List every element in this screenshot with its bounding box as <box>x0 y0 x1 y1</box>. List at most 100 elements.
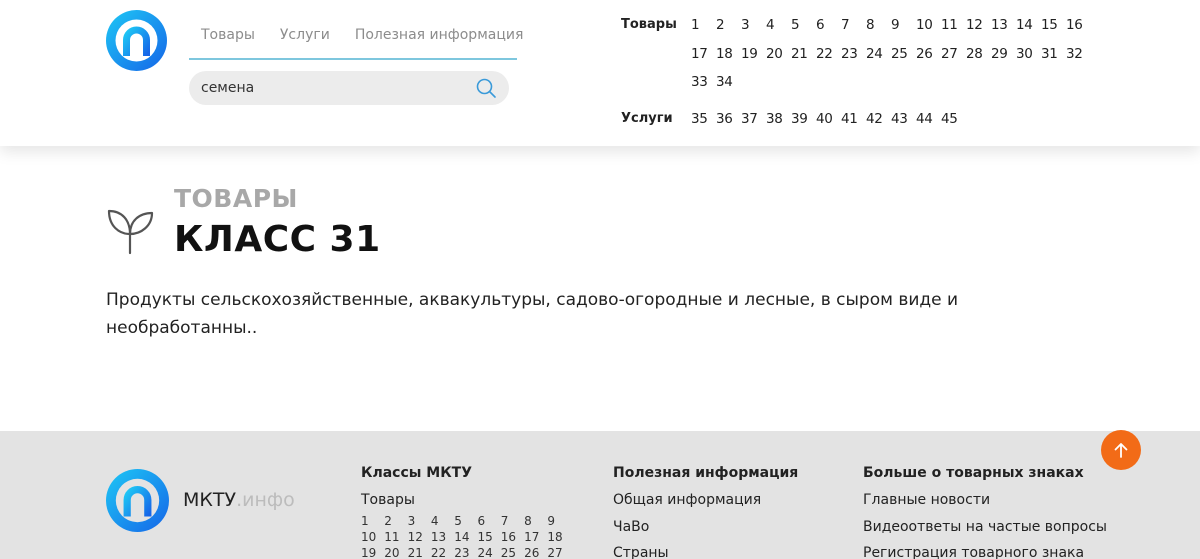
footer-class-link-9[interactable]: 9 <box>547 513 570 529</box>
class-link-45[interactable]: 45 <box>941 105 966 134</box>
footer-class-link-15[interactable]: 15 <box>477 529 500 545</box>
nav-goods[interactable]: Товары <box>201 27 255 43</box>
footer-col-useful-title: Полезная информация <box>613 465 799 481</box>
footer-class-link-11[interactable]: 11 <box>384 529 407 545</box>
class-link-32[interactable]: 32 <box>1066 40 1091 69</box>
class-link-15[interactable]: 15 <box>1041 11 1066 40</box>
class-link-14[interactable]: 14 <box>1016 11 1041 40</box>
footer-class-link-12[interactable]: 12 <box>408 529 431 545</box>
footer-class-link-17[interactable]: 17 <box>524 529 547 545</box>
class-link-28[interactable]: 28 <box>966 40 991 69</box>
class-link-34[interactable]: 34 <box>716 68 741 97</box>
main-nav: Товары Услуги Полезная информация <box>189 12 523 60</box>
class-link-3[interactable]: 3 <box>741 11 766 40</box>
footer-class-link-1[interactable]: 1 <box>361 513 384 529</box>
class-link-43[interactable]: 43 <box>891 105 916 134</box>
nav-useful-info[interactable]: Полезная информация <box>355 27 524 43</box>
class-link-21[interactable]: 21 <box>791 40 816 69</box>
footer-class-link-14[interactable]: 14 <box>454 529 477 545</box>
class-link-16[interactable]: 16 <box>1066 11 1091 40</box>
footer-link-video-answers[interactable]: Видеоответы на частые вопросы <box>863 514 1107 541</box>
class-link-35[interactable]: 35 <box>691 105 716 134</box>
class-link-36[interactable]: 36 <box>716 105 741 134</box>
footer-class-link-2[interactable]: 2 <box>384 513 407 529</box>
class-link-24[interactable]: 24 <box>866 40 891 69</box>
class-link-4[interactable]: 4 <box>766 11 791 40</box>
page-title: КЛАСС 31 <box>174 219 381 260</box>
class-link-41[interactable]: 41 <box>841 105 866 134</box>
footer-logo[interactable] <box>106 469 169 532</box>
footer-class-link-22[interactable]: 22 <box>431 545 454 559</box>
class-link-11[interactable]: 11 <box>941 11 966 40</box>
class-link-5[interactable]: 5 <box>791 11 816 40</box>
class-link-1[interactable]: 1 <box>691 11 716 40</box>
class-link-39[interactable]: 39 <box>791 105 816 134</box>
search-icon[interactable] <box>475 77 497 99</box>
class-link-37[interactable]: 37 <box>741 105 766 134</box>
class-link-42[interactable]: 42 <box>866 105 891 134</box>
class-link-31[interactable]: 31 <box>1041 40 1066 69</box>
scroll-to-top-button[interactable] <box>1101 430 1141 470</box>
footer-class-link-27[interactable]: 27 <box>547 545 570 559</box>
footer-col-classes: Классы МКТУ Товары 1 2 3 4 5 6 7 8 9 10 11 12 13 14 15… <box>361 464 571 559</box>
class-index: Товары 1 2 3 4 5 6 7 8 9 10 11 12 13 14 15 16 17 18 19 20 21… <box>621 11 1101 133</box>
class-link-44[interactable]: 44 <box>916 105 941 134</box>
class-link-2[interactable]: 2 <box>716 11 741 40</box>
search-bar <box>189 71 509 105</box>
footer-class-link-6[interactable]: 6 <box>477 513 500 529</box>
class-link-27[interactable]: 27 <box>941 40 966 69</box>
footer-brand-suffix: .инфо <box>236 489 295 511</box>
footer-class-link-23[interactable]: 23 <box>454 545 477 559</box>
footer-class-link-4[interactable]: 4 <box>431 513 454 529</box>
footer-link-countries[interactable]: Страны <box>613 540 798 559</box>
class-link-13[interactable]: 13 <box>991 11 1016 40</box>
class-link-38[interactable]: 38 <box>766 105 791 134</box>
class-link-12[interactable]: 12 <box>966 11 991 40</box>
footer-link-news[interactable]: Главные новости <box>863 487 1107 514</box>
footer-link-registration[interactable]: Регистрация товарного знака <box>863 540 1107 559</box>
class-link-8[interactable]: 8 <box>866 11 891 40</box>
footer-class-link-7[interactable]: 7 <box>501 513 524 529</box>
site-logo[interactable] <box>106 10 167 71</box>
class-link-18[interactable]: 18 <box>716 40 741 69</box>
footer-class-link-8[interactable]: 8 <box>524 513 547 529</box>
footer-col-useful: Полезная информация Общая информация ЧаВ… <box>613 464 798 559</box>
footer-class-link-10[interactable]: 10 <box>361 529 384 545</box>
class-link-40[interactable]: 40 <box>816 105 841 134</box>
class-link-7[interactable]: 7 <box>841 11 866 40</box>
footer-class-link-16[interactable]: 16 <box>501 529 524 545</box>
services-classes-row: Услуги 35 36 37 38 39 40 41 42 43 44 45 <box>621 105 1101 134</box>
class-link-30[interactable]: 30 <box>1016 40 1041 69</box>
class-link-33[interactable]: 33 <box>691 68 716 97</box>
footer-brand-name: МКТУ <box>183 489 237 511</box>
footer-class-link-21[interactable]: 21 <box>408 545 431 559</box>
footer-class-link-3[interactable]: 3 <box>408 513 431 529</box>
class-description: Продукты сельскохозяйственные, аквакульт… <box>106 290 959 338</box>
footer-class-link-13[interactable]: 13 <box>431 529 454 545</box>
footer-class-link-26[interactable]: 26 <box>524 545 547 559</box>
class-link-23[interactable]: 23 <box>841 40 866 69</box>
footer-col-classes-title: Классы МКТУ <box>361 465 472 481</box>
class-link-22[interactable]: 22 <box>816 40 841 69</box>
class-link-6[interactable]: 6 <box>816 11 841 40</box>
class-link-26[interactable]: 26 <box>916 40 941 69</box>
services-class-links: 35 36 37 38 39 40 41 42 43 44 45 <box>691 105 1101 134</box>
class-link-20[interactable]: 20 <box>766 40 791 69</box>
footer-link-general-info[interactable]: Общая информация <box>613 487 798 514</box>
footer-class-link-19[interactable]: 19 <box>361 545 384 559</box>
footer-link-faq[interactable]: ЧаВо <box>613 514 798 541</box>
arrow-up-icon <box>1114 443 1128 458</box>
nav-services[interactable]: Услуги <box>280 27 330 43</box>
class-link-19[interactable]: 19 <box>741 40 766 69</box>
footer-class-link-24[interactable]: 24 <box>477 545 500 559</box>
footer-class-link-5[interactable]: 5 <box>454 513 477 529</box>
class-link-10[interactable]: 10 <box>916 11 941 40</box>
class-link-9[interactable]: 9 <box>891 11 916 40</box>
class-link-29[interactable]: 29 <box>991 40 1016 69</box>
class-link-25[interactable]: 25 <box>891 40 916 69</box>
footer-class-link-20[interactable]: 20 <box>384 545 407 559</box>
class-link-17[interactable]: 17 <box>691 40 716 69</box>
footer-class-link-18[interactable]: 18 <box>547 529 570 545</box>
search-input[interactable] <box>201 80 475 96</box>
footer-class-link-25[interactable]: 25 <box>501 545 524 559</box>
